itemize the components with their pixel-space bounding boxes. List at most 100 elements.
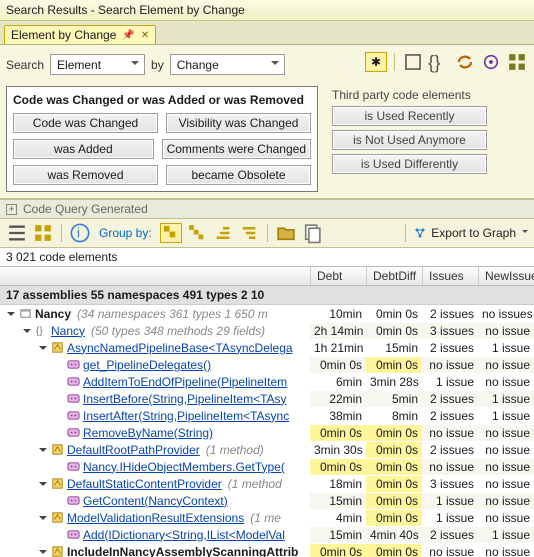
expand-icon[interactable]: + <box>6 204 17 215</box>
btn-became-obsolete[interactable]: became Obsolete <box>166 165 311 185</box>
btn-used-recently[interactable]: is Used Recently <box>332 106 487 126</box>
twisty-icon[interactable] <box>38 445 48 455</box>
cell: no issue <box>422 357 478 373</box>
tree-row[interactable]: Nancy.IHideObjectMembers.GetType(0min 0s… <box>0 458 534 475</box>
sort-asc-icon[interactable] <box>212 223 234 243</box>
tree-row[interactable]: RemoveByName(String)0min 0s0min 0sno iss… <box>0 424 534 441</box>
tree-row[interactable]: GetContent(NancyContext)15min0min 0s1 is… <box>0 492 534 509</box>
row-label[interactable]: get_PipelineDelegates() <box>83 358 211 372</box>
row-label[interactable]: AsyncNamedPipelineBase<TAsyncDelega <box>67 341 293 355</box>
btn-used-differently[interactable]: is Used Differently <box>332 154 487 174</box>
btn-visibility-changed[interactable]: Visibility was Changed <box>166 113 311 133</box>
btn-not-used-anymore[interactable]: is Not Used Anymore <box>332 130 487 150</box>
row-label[interactable]: InsertBefore(String,PipelineItem<TAsy <box>83 392 287 406</box>
tree-row[interactable]: InsertAfter(String,PipelineItem<TAsync38… <box>0 407 534 424</box>
col-newissues[interactable]: NewIssues <box>478 267 534 285</box>
tree-row[interactable]: Add(IDictionary<String,IList<ModelVal15m… <box>0 526 534 543</box>
row-label[interactable]: AddItemToEndOfPipeline(PipelineItem <box>83 375 287 389</box>
cell: no issue <box>478 510 534 526</box>
row-label[interactable]: ModelValidationResultExtensions <box>67 511 244 525</box>
btn-was-removed[interactable]: was Removed <box>13 165 158 185</box>
row-label[interactable]: RemoveByName(String) <box>83 426 213 440</box>
collapse-label: Code Query Generated <box>23 202 148 216</box>
tree-row[interactable]: AsyncNamedPipelineBase<TAsyncDelega1h 21… <box>0 339 534 356</box>
folder-icon[interactable] <box>275 223 297 243</box>
change-selector[interactable]: Change <box>170 54 285 75</box>
btn-was-added[interactable]: was Added <box>13 139 154 159</box>
cell: 4min <box>310 510 366 526</box>
cell: no issue <box>478 374 534 390</box>
row-label[interactable]: Add(IDictionary<String,IList<ModelVal <box>83 528 285 542</box>
twisty-icon[interactable] <box>38 343 48 353</box>
tree-row[interactable]: DefaultRootPathProvider(1 method)3min 30… <box>0 441 534 458</box>
tile-icon[interactable] <box>506 52 528 72</box>
row-label[interactable]: Nancy <box>35 307 71 321</box>
asm-icon <box>18 307 32 321</box>
wildcard-icon[interactable]: ✱ <box>365 52 387 72</box>
row-label[interactable]: IncludeInNancyAssemblyScanningAttrib <box>67 545 298 557</box>
result-count: 3 021 code elements <box>0 248 534 266</box>
twisty-icon[interactable] <box>22 326 32 336</box>
col-debtdiff[interactable]: DebtDiff <box>366 267 422 285</box>
tree-row[interactable]: ModelValidationResultExtensions(1 me4min… <box>0 509 534 526</box>
twisty-icon[interactable] <box>38 547 48 557</box>
type-icon <box>50 545 64 557</box>
cell: 1 issue <box>422 493 478 509</box>
row-label[interactable]: DefaultStaticContentProvider <box>67 477 222 491</box>
row-label[interactable]: GetContent(NancyContext) <box>83 494 228 508</box>
group-depth-1[interactable] <box>160 223 182 243</box>
row-label[interactable]: DefaultRootPathProvider <box>67 443 200 457</box>
sort-desc-icon[interactable] <box>238 223 260 243</box>
cell: 2 issues <box>422 527 478 543</box>
tree-row[interactable]: Nancy(34 namespaces 361 types 1 650 m10m… <box>0 305 534 322</box>
method-icon <box>66 460 80 474</box>
type-icon <box>50 477 64 491</box>
twisty-icon[interactable] <box>38 513 48 523</box>
copy-icon[interactable] <box>301 223 323 243</box>
change-filter-pane: Code was Changed or was Added or was Rem… <box>6 86 318 192</box>
btn-comments-changed[interactable]: Comments were Changed <box>162 139 311 159</box>
twisty-icon[interactable] <box>6 309 16 319</box>
tree-row[interactable]: InsertBefore(String,PipelineItem<TAsy 22m… <box>0 390 534 407</box>
tree-row[interactable]: AddItemToEndOfPipeline(PipelineItem6min3… <box>0 373 534 390</box>
element-selector[interactable]: Element <box>50 54 145 75</box>
cell: 2h 14min <box>310 323 366 339</box>
tab-element-by-change[interactable]: Element by Change 📌 ✕ <box>4 25 156 44</box>
close-icon[interactable]: ✕ <box>141 30 149 41</box>
cell: 0min 0s <box>366 476 422 492</box>
export-to-graph-button[interactable]: Export to Graph <box>413 226 528 240</box>
btn-code-changed[interactable]: Code was Changed <box>13 113 158 133</box>
list-icon[interactable] <box>6 223 28 243</box>
tree-row[interactable]: IncludeInNancyAssemblyScanningAttrib 0min… <box>0 543 534 557</box>
cell: 1 issue <box>422 510 478 526</box>
cell: 22min <box>310 391 366 407</box>
cell: 3min 28s <box>366 374 422 390</box>
cell: 4min 40s <box>366 527 422 543</box>
results-toolbar: i Group by: Export to Graph <box>0 219 534 248</box>
target-icon[interactable] <box>480 52 502 72</box>
pin-icon[interactable]: 📌 <box>122 30 134 41</box>
cell: 0min 0s <box>310 544 366 557</box>
col-debt[interactable]: Debt <box>310 267 366 285</box>
tree-row[interactable]: get_PipelineDelegates()0min 0s0min 0sno … <box>0 356 534 373</box>
box-icon[interactable] <box>402 52 424 72</box>
braces-icon[interactable]: {} <box>428 52 450 72</box>
cell: no issue <box>478 476 534 492</box>
tree-row[interactable]: {}Nancy(50 types 348 methods 29 fields)2… <box>0 322 534 339</box>
row-label[interactable]: Nancy <box>51 324 85 338</box>
row-label[interactable]: InsertAfter(String,PipelineItem<TAsync <box>83 409 289 423</box>
info-icon[interactable]: i <box>69 223 91 243</box>
refresh-arrows-icon[interactable] <box>454 52 476 72</box>
cell: 18min <box>310 476 366 492</box>
twisty-icon[interactable] <box>38 479 48 489</box>
grid-icon[interactable] <box>32 223 54 243</box>
row-label[interactable]: Nancy.IHideObjectMembers.GetType( <box>83 460 285 474</box>
code-query-generated[interactable]: + Code Query Generated <box>0 199 534 219</box>
result-tree[interactable]: Nancy(34 namespaces 361 types 1 650 m10m… <box>0 305 534 557</box>
col-issues[interactable]: Issues <box>422 267 478 285</box>
tree-row[interactable]: DefaultStaticContentProvider(1 method18m… <box>0 475 534 492</box>
cell: 0min 0s <box>366 306 422 322</box>
group-depth-2[interactable] <box>186 223 208 243</box>
third-party-pane: Third party code elements is Used Recent… <box>328 86 528 192</box>
row-aux: (34 namespaces 361 types 1 650 m <box>77 307 268 321</box>
